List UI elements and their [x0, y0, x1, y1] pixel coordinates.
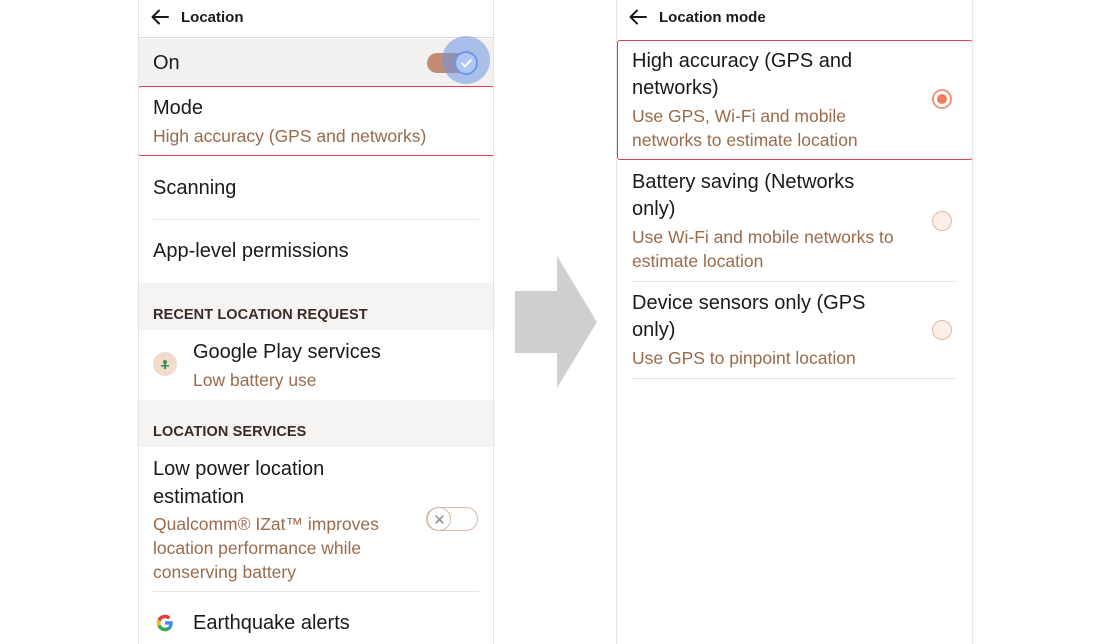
back-arrow-icon — [151, 9, 169, 25]
recent-app-name: Google Play services — [193, 341, 381, 363]
earthquake-alerts-label: Earthquake alerts — [193, 612, 350, 634]
low-power-desc-line2: location performance while — [153, 538, 362, 558]
back-arrow-icon — [629, 9, 647, 25]
radio-button[interactable] — [932, 211, 952, 231]
app-level-permissions-row[interactable]: App-level permissions — [139, 220, 493, 283]
google-play-services-icon — [153, 352, 177, 376]
option-desc-line1: Use Wi-Fi and mobile networks to — [632, 227, 894, 247]
check-icon — [460, 58, 472, 67]
scanning-row[interactable]: Scanning — [139, 157, 493, 219]
top-app-bar: Location — [139, 0, 493, 38]
page-title: Location mode — [659, 9, 766, 26]
section-header-text: RECENT LOCATION REQUEST — [153, 307, 368, 323]
scanning-label: Scanning — [153, 177, 237, 199]
switch-knob — [427, 507, 451, 531]
earthquake-alerts-row[interactable]: Earthquake alerts — [139, 592, 493, 644]
recent-requests-section-header: RECENT LOCATION REQUEST — [139, 283, 493, 330]
location-services-section-header: LOCATION SERVICES — [139, 400, 493, 447]
option-title-line2: only) — [632, 198, 676, 220]
option-title-line2: only) — [632, 319, 676, 341]
right-arrow-icon — [515, 256, 597, 388]
page-title: Location — [181, 9, 244, 26]
option-desc-line1: Use GPS to pinpoint location — [632, 348, 856, 368]
top-app-bar: Location mode — [617, 0, 972, 38]
google-g-icon — [156, 614, 173, 632]
location-settings-screen: Location On Mode High accuracy (GPS and … — [138, 0, 494, 644]
mode-highlight-frame — [139, 86, 493, 156]
app-level-permissions-label: App-level permissions — [153, 240, 349, 262]
location-mode-screen: Location mode High accuracy (GPS and net… — [616, 0, 973, 644]
radio-button[interactable] — [932, 320, 952, 340]
location-on-switch[interactable] — [427, 36, 490, 84]
mode-option-battery-saving[interactable]: Battery saving (Networks only) Use Wi-Fi… — [617, 161, 972, 281]
master-toggle-label: On — [153, 52, 180, 74]
switch-knob — [454, 51, 478, 75]
low-power-estimation-row[interactable]: Low power location estimation Qualcomm® … — [139, 447, 493, 591]
low-power-title-line2: estimation — [153, 486, 245, 508]
option-desc-line2: estimate location — [632, 251, 764, 271]
low-power-desc-line3: conserving battery — [153, 562, 296, 582]
low-power-switch[interactable] — [426, 506, 478, 532]
low-power-desc-line1: Qualcomm® IZat™ improves — [153, 514, 379, 534]
x-icon — [434, 514, 444, 524]
recent-app-row[interactable]: Google Play services Low battery use — [139, 330, 493, 400]
location-master-toggle-row[interactable]: On — [139, 36, 493, 86]
option-title-line1: Device sensors only (GPS — [632, 292, 866, 314]
mode-option-device-only[interactable]: Device sensors only (GPS only) Use GPS t… — [617, 282, 972, 378]
back-button[interactable] — [627, 6, 649, 28]
divider — [632, 378, 957, 379]
section-header-text: LOCATION SERVICES — [153, 424, 307, 440]
low-power-title-line1: Low power location — [153, 458, 325, 480]
recent-app-usage: Low battery use — [193, 370, 317, 390]
option-title-line1: Battery saving (Networks — [632, 171, 855, 193]
selected-option-highlight-frame — [617, 40, 972, 160]
back-button[interactable] — [149, 6, 171, 28]
